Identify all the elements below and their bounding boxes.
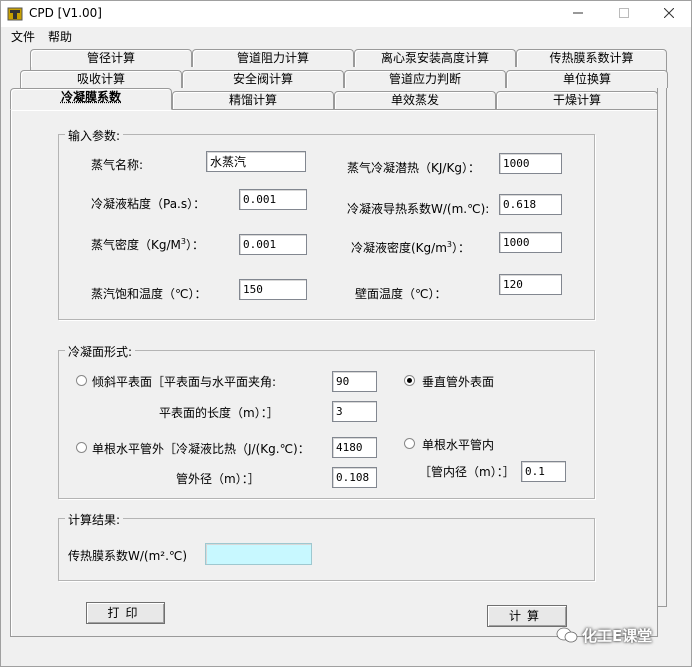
outer-dia-input[interactable]: 0.108 [332, 467, 377, 488]
tab-unit-conversion[interactable]: 单位换算 [506, 70, 668, 88]
sat-temp-input[interactable]: 150 [239, 279, 307, 300]
title-bar[interactable]: CPD [V1.00] [1, 1, 691, 27]
tab-condensation-coef[interactable]: 冷凝膜系数 [10, 88, 172, 110]
viscosity-label: 冷凝液粘度（Pa.s）： [91, 197, 206, 211]
outer-dia-label: 管外径（m）：］ [176, 472, 260, 486]
vapor-density-label: 蒸气密度（Kg/M3）： [91, 237, 204, 252]
tab-pump-height[interactable]: 离心泵安装高度计算 [354, 49, 516, 67]
condensate-density-label: 冷凝液密度(Kg/m3）： [351, 240, 471, 255]
conductivity-input[interactable]: 0.618 [499, 194, 562, 215]
steam-name-input[interactable]: 水蒸汽 [206, 151, 306, 172]
tab-pipe-diameter[interactable]: 管径计算 [30, 49, 192, 67]
tab-absorption[interactable]: 吸收计算 [20, 70, 182, 88]
result-title: 计算结果: [65, 511, 124, 528]
latent-heat-input[interactable]: 1000 [499, 153, 562, 174]
minimize-icon [572, 12, 583, 14]
tab-pipe-resistance[interactable]: 管道阻力计算 [192, 49, 354, 67]
calculate-button[interactable]: 计算 [487, 605, 567, 627]
maximize-icon [618, 8, 629, 18]
tab-safety-valve[interactable]: 安全阀计算 [182, 70, 344, 88]
wechat-icon [556, 627, 578, 643]
tab-single-evaporation[interactable]: 单效蒸发 [334, 91, 496, 109]
app-icon [7, 7, 23, 21]
surface-form-title: 冷凝面形式: [65, 343, 136, 360]
menu-file[interactable]: 文件 [11, 28, 35, 45]
window-title: CPD [V1.00] [29, 6, 102, 20]
tab-pipe-stress[interactable]: 管道应力判断 [344, 70, 506, 88]
coef-label: 传热膜系数W/(m².℃) [68, 549, 188, 563]
menu-bar: 文件 帮助 [1, 27, 691, 46]
input-params-title: 输入参数: [65, 127, 124, 144]
tab-heat-film-coef[interactable]: 传热膜系数计算 [516, 49, 667, 67]
vertical-tube-radio[interactable] [404, 375, 415, 386]
surface-form-group: 冷凝面形式: 倾斜平表面［平表面与水平面夹角: 90 垂直管外表面 平表面的长度… [58, 343, 595, 499]
condensate-density-input[interactable]: 1000 [499, 232, 562, 253]
vertical-tube-label: 垂直管外表面 [422, 375, 495, 389]
horizontal-outer-radio[interactable] [76, 442, 87, 453]
wall-temp-label: 壁面温度（℃）： [355, 287, 447, 301]
conductivity-label: 冷凝液导热系数W/(m.℃): [347, 202, 490, 216]
close-icon [663, 7, 674, 19]
print-button[interactable]: 打印 [86, 602, 165, 624]
viscosity-input[interactable]: 0.001 [239, 189, 307, 210]
inner-dia-input[interactable]: 0.1 [521, 461, 566, 482]
specific-heat-input[interactable]: 4180 [332, 437, 377, 458]
wall-temp-input[interactable]: 120 [499, 274, 562, 295]
minimize-button[interactable] [555, 1, 600, 27]
horizontal-outer-label: 单根水平管外［冷凝液比热（J/(Kg.℃)： [92, 442, 310, 456]
condensation-panel: 输入参数: 蒸气名称: 水蒸汽 蒸气冷凝潜热（KJ/Kg）： 1000 冷凝液粘… [10, 109, 658, 637]
watermark: 化工E课堂 [556, 625, 652, 646]
plane-length-label: 平表面的长度（m）：］ [159, 406, 279, 420]
inclined-angle-input[interactable]: 90 [332, 371, 377, 392]
horizontal-inner-radio[interactable] [404, 438, 415, 449]
tab-distillation[interactable]: 精馏计算 [172, 91, 334, 109]
plane-length-input[interactable]: 3 [332, 401, 377, 422]
inner-dia-label: ［管内径（m）：］ [419, 465, 515, 479]
inclined-plane-label: 倾斜平表面［平表面与水平面夹角: [92, 375, 277, 389]
maximize-button[interactable] [601, 1, 646, 27]
watermark-text: 化工E课堂 [582, 627, 653, 645]
close-button[interactable] [646, 1, 691, 27]
main-window: CPD [V1.00] 文件 帮助 管径计算 管道阻力计算 离心泵安装高度计算 … [0, 0, 692, 667]
input-params-group: 输入参数: 蒸气名称: 水蒸汽 蒸气冷凝潜热（KJ/Kg）： 1000 冷凝液粘… [58, 127, 595, 320]
tab-drying[interactable]: 干燥计算 [496, 91, 658, 109]
steam-name-label: 蒸气名称: [91, 158, 144, 172]
coef-result-output[interactable] [205, 543, 312, 565]
horizontal-inner-label: 单根水平管内 [422, 438, 495, 452]
sat-temp-label: 蒸汽饱和温度（℃）： [91, 287, 207, 301]
result-group: 计算结果: 传热膜系数W/(m².℃) [58, 511, 595, 581]
menu-help[interactable]: 帮助 [48, 28, 72, 45]
inclined-plane-radio[interactable] [76, 375, 87, 386]
latent-heat-label: 蒸气冷凝潜热（KJ/Kg）： [347, 161, 480, 175]
vapor-density-input[interactable]: 0.001 [239, 234, 307, 255]
